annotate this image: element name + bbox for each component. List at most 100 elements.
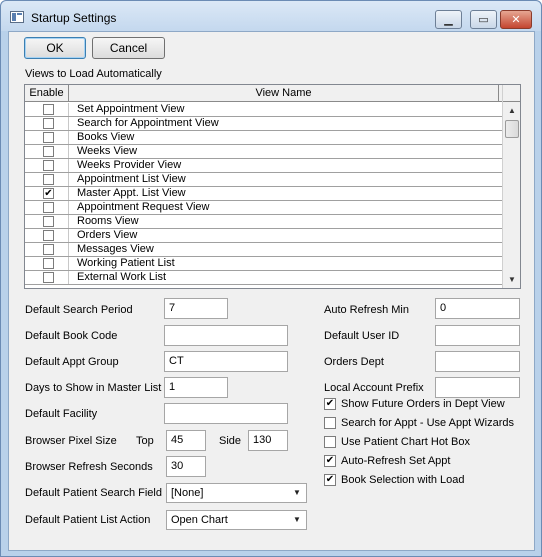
checkmark-icon[interactable]: ✔ bbox=[324, 398, 336, 410]
enable-cell bbox=[25, 257, 69, 270]
checkbox-box[interactable] bbox=[324, 417, 336, 429]
orders-dept-input[interactable] bbox=[435, 351, 520, 372]
table-row[interactable]: Weeks Provider View bbox=[25, 159, 502, 173]
minimize-icon: ▁ bbox=[444, 14, 453, 26]
maximize-icon: ▭ bbox=[478, 14, 489, 26]
grid-header: Enable View Name bbox=[25, 85, 502, 102]
enable-cell bbox=[25, 201, 69, 214]
default-facility-label: Default Facility bbox=[25, 408, 98, 420]
minimize-button[interactable]: ▁ bbox=[435, 10, 462, 29]
default-patient-search-field-label: Default Patient Search Field bbox=[25, 487, 162, 499]
checkmark-icon[interactable]: ✔ bbox=[324, 455, 336, 467]
table-row[interactable]: Working Patient List bbox=[25, 257, 502, 271]
option-label: Use Patient Chart Hot Box bbox=[341, 436, 471, 448]
views-section-label: Views to Load Automatically bbox=[25, 68, 162, 80]
title-bar[interactable]: Startup Settings ▁ ▭ ✕ bbox=[1, 1, 541, 31]
default-appt-group-input[interactable]: CT bbox=[164, 351, 288, 372]
view-name-cell: Books View bbox=[77, 131, 135, 143]
grid-body: Set Appointment View Search for Appointme… bbox=[25, 103, 502, 285]
orders-dept-label: Orders Dept bbox=[324, 356, 384, 368]
scroll-up-arrow-icon[interactable]: ▲ bbox=[504, 103, 520, 119]
browser-pixel-top-input[interactable]: 45 bbox=[166, 430, 206, 451]
table-row[interactable]: ✔ Master Appt. List View bbox=[25, 187, 502, 201]
option-label: Show Future Orders in Dept View bbox=[341, 398, 505, 410]
table-row[interactable]: Appointment List View bbox=[25, 173, 502, 187]
default-facility-input[interactable] bbox=[164, 403, 288, 424]
enable-checkbox[interactable] bbox=[43, 146, 54, 157]
scroll-thumb[interactable] bbox=[505, 120, 519, 138]
local-account-prefix-label: Local Account Prefix bbox=[324, 382, 424, 394]
table-row[interactable]: Rooms View bbox=[25, 215, 502, 229]
default-appt-group-label: Default Appt Group bbox=[25, 356, 119, 368]
enable-checkbox[interactable] bbox=[43, 160, 54, 171]
enable-checkbox[interactable] bbox=[43, 258, 54, 269]
default-patient-search-field-select[interactable]: [None] ▼ bbox=[166, 483, 307, 503]
maximize-button[interactable]: ▭ bbox=[470, 10, 497, 29]
browser-pixel-side-input[interactable]: 130 bbox=[248, 430, 288, 451]
view-name-cell: Messages View bbox=[77, 243, 154, 255]
table-row[interactable]: Books View bbox=[25, 131, 502, 145]
browser-pixel-size-label: Browser Pixel Size bbox=[25, 435, 117, 447]
chevron-down-icon[interactable]: ▼ bbox=[290, 486, 304, 500]
browser-pixel-top-label: Top bbox=[136, 435, 154, 447]
enable-checkbox[interactable] bbox=[43, 272, 54, 283]
enable-checkbox[interactable] bbox=[43, 118, 54, 129]
option-checkbox[interactable]: ✔ Show Future Orders in Dept View bbox=[324, 398, 505, 410]
days-master-list-input[interactable]: 1 bbox=[164, 377, 228, 398]
enable-cell bbox=[25, 117, 69, 130]
close-button[interactable]: ✕ bbox=[500, 10, 532, 29]
enable-cell bbox=[25, 131, 69, 144]
enable-checkbox[interactable] bbox=[43, 132, 54, 143]
grid-vertical-scrollbar[interactable]: ▲ ▼ bbox=[502, 85, 520, 288]
column-header-view-name[interactable]: View Name bbox=[69, 85, 499, 101]
table-row[interactable]: Messages View bbox=[25, 243, 502, 257]
ok-button[interactable]: OK bbox=[24, 37, 86, 59]
checkbox-box[interactable] bbox=[324, 436, 336, 448]
enable-checkbox[interactable]: ✔ bbox=[43, 188, 54, 199]
table-row[interactable]: Weeks View bbox=[25, 145, 502, 159]
column-header-enable[interactable]: Enable bbox=[25, 85, 69, 101]
enable-checkbox[interactable] bbox=[43, 174, 54, 185]
view-name-cell: Master Appt. List View bbox=[77, 187, 186, 199]
auto-refresh-min-input[interactable]: 0 bbox=[435, 298, 520, 319]
default-patient-list-action-label: Default Patient List Action bbox=[25, 514, 151, 526]
scroll-down-arrow-icon[interactable]: ▼ bbox=[504, 272, 520, 288]
option-checkbox[interactable]: ✔ Auto-Refresh Set Appt bbox=[324, 455, 450, 467]
view-name-cell: Appointment Request View bbox=[77, 201, 210, 213]
enable-checkbox[interactable] bbox=[43, 216, 54, 227]
enable-cell bbox=[25, 159, 69, 172]
table-row[interactable]: Appointment Request View bbox=[25, 201, 502, 215]
enable-checkbox[interactable] bbox=[43, 230, 54, 241]
view-name-cell: Set Appointment View bbox=[77, 103, 185, 115]
enable-cell bbox=[25, 243, 69, 256]
enable-cell bbox=[25, 271, 69, 284]
window-title: Startup Settings bbox=[31, 11, 117, 25]
default-patient-search-field-value: [None] bbox=[171, 487, 204, 499]
cancel-button[interactable]: Cancel bbox=[92, 37, 165, 59]
option-checkbox[interactable]: Search for Appt - Use Appt Wizards bbox=[324, 417, 514, 429]
scrollbar-corner bbox=[503, 85, 520, 102]
option-checkbox[interactable]: ✔ Book Selection with Load bbox=[324, 474, 465, 486]
default-user-id-input[interactable] bbox=[435, 325, 520, 346]
enable-checkbox[interactable] bbox=[43, 104, 54, 115]
app-window-icon bbox=[10, 11, 24, 23]
enable-checkbox[interactable] bbox=[43, 244, 54, 255]
chevron-down-icon[interactable]: ▼ bbox=[290, 513, 304, 527]
view-name-cell: Working Patient List bbox=[77, 257, 175, 269]
table-row[interactable]: Search for Appointment View bbox=[25, 117, 502, 131]
days-master-list-label: Days to Show in Master List bbox=[25, 382, 162, 394]
browser-refresh-seconds-input[interactable]: 30 bbox=[166, 456, 206, 477]
table-row[interactable]: External Work List bbox=[25, 271, 502, 285]
close-icon: ✕ bbox=[511, 14, 521, 26]
default-search-period-input[interactable]: 7 bbox=[164, 298, 228, 319]
local-account-prefix-input[interactable] bbox=[435, 377, 520, 398]
default-book-code-input[interactable] bbox=[164, 325, 288, 346]
browser-pixel-side-label: Side bbox=[219, 435, 242, 447]
table-row[interactable]: Orders View bbox=[25, 229, 502, 243]
table-row[interactable]: Set Appointment View bbox=[25, 103, 502, 117]
default-patient-list-action-select[interactable]: Open Chart ▼ bbox=[166, 510, 307, 530]
option-checkbox[interactable]: Use Patient Chart Hot Box bbox=[324, 436, 470, 448]
enable-checkbox[interactable] bbox=[43, 202, 54, 213]
checkmark-icon[interactable]: ✔ bbox=[324, 474, 336, 486]
view-name-cell: Search for Appointment View bbox=[77, 117, 219, 129]
